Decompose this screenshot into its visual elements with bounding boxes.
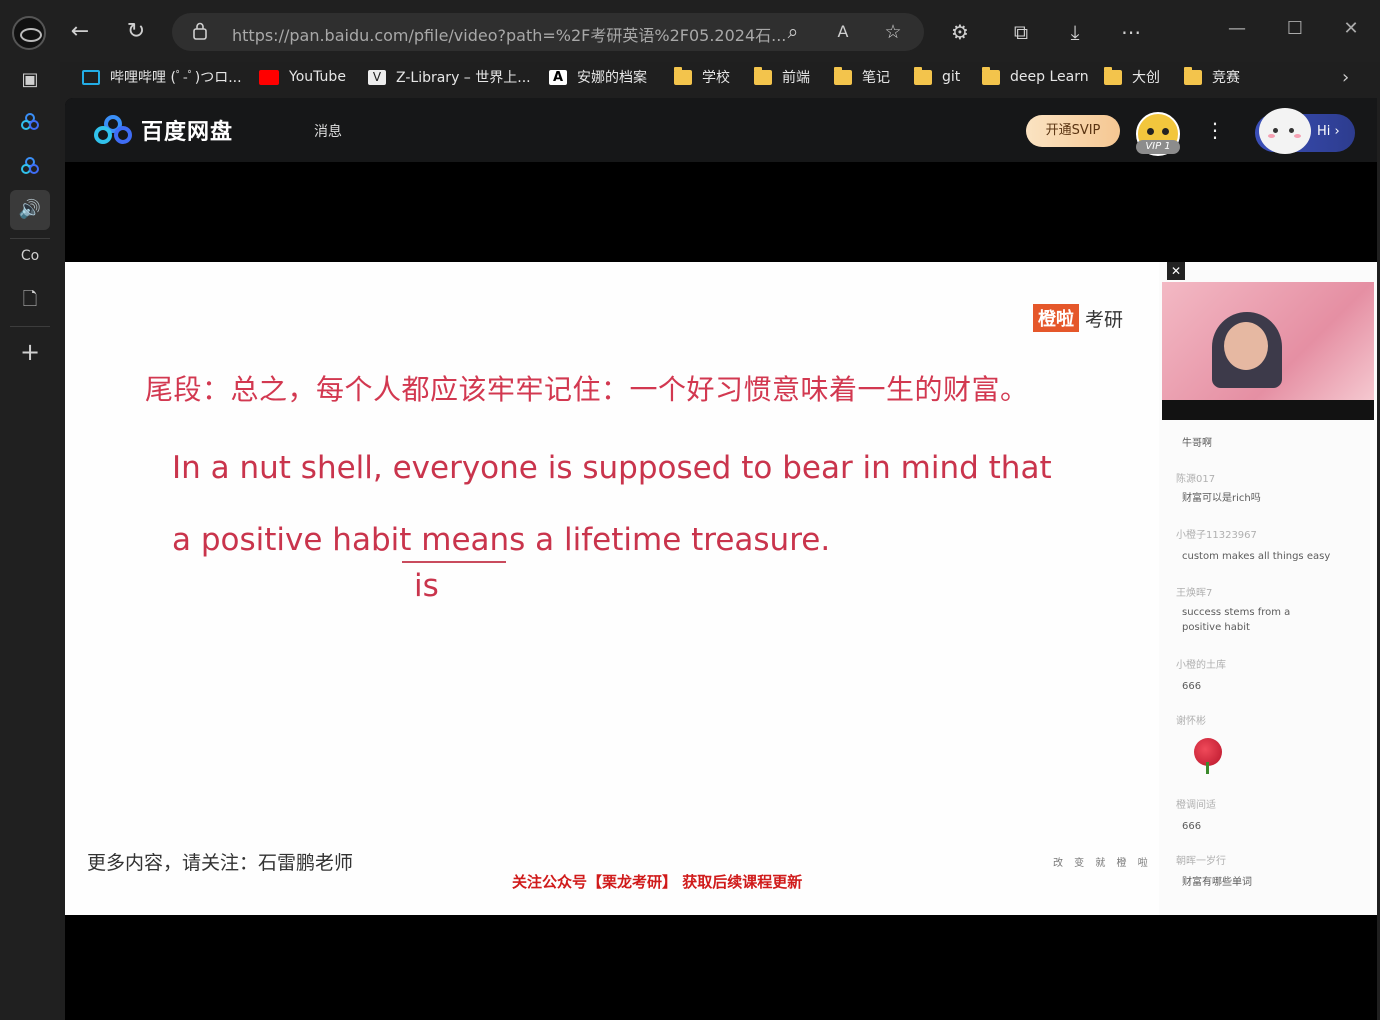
handwritten-annotation: is (414, 568, 439, 604)
folder-icon (754, 66, 772, 85)
read-aloud-icon[interactable]: A (832, 21, 854, 43)
video-player[interactable]: 橙啦 考研 尾段：总之，每个人都应该牢牢记住：一个好习惯意味着一生的财富。 In… (65, 262, 1377, 915)
teacher-face (1224, 322, 1268, 370)
open-svip-button[interactable]: 开通SVIP (1026, 115, 1120, 147)
vip-level-badge: VIP 1 (1136, 140, 1180, 154)
sidebar-divider (10, 238, 50, 239)
bookmarks-bar: 哔哩哔哩 (ﾟ-ﾟ)つロ... YouTube V Z-Library – 世界… (66, 62, 1380, 90)
more-menu-icon[interactable]: ⋯ (1118, 19, 1144, 45)
brand-text: 考研 (1085, 308, 1124, 331)
sidebar-item-co[interactable]: Co (14, 240, 46, 272)
baidu-pan-icon (21, 157, 39, 174)
bookmark-folder-notes[interactable]: 笔记 (834, 66, 890, 88)
speaker-tab-icon[interactable]: 🔊 (10, 190, 50, 230)
bilibili-icon (82, 69, 100, 85)
bookmark-folder-frontend[interactable]: 前端 (754, 66, 810, 88)
video-letterbox-bottom (65, 915, 1377, 1020)
folder-icon (914, 66, 932, 85)
slide-footer-slogan: 改 变 就 橙 啦 (1053, 858, 1152, 869)
favorite-star-icon[interactable]: ☆ (882, 21, 904, 43)
annas-archive-icon: A (549, 69, 567, 85)
bookmark-folder-school[interactable]: 学校 (674, 66, 730, 88)
folder-icon (674, 66, 692, 85)
folder-icon (982, 66, 1000, 85)
chat-message: 谢怀彬 (1176, 716, 1206, 727)
baidu-pan-logo-icon (94, 115, 132, 144)
bookmark-folder-dachuang[interactable]: 大创 (1104, 66, 1160, 88)
bookmark-folder-contest[interactable]: 竞赛 (1184, 66, 1240, 88)
chat-message: 陈源017 财富可以是rich吗 (1176, 474, 1261, 504)
logo-text: 百度网盘 (141, 120, 234, 145)
collections-icon[interactable]: ⧉ (1008, 19, 1034, 45)
folder-icon (1104, 66, 1122, 85)
document-tab-icon[interactable]: 🗋 (14, 284, 46, 316)
camera-control-bar (1162, 400, 1374, 420)
add-tab-plus-icon[interactable]: + (14, 336, 46, 368)
baidu-pan-header: 百度网盘 消息 开通SVIP VIP 1 ⋮ Hi › (65, 98, 1377, 162)
page-viewport: 百度网盘 消息 开通SVIP VIP 1 ⋮ Hi › 橙啦 考研 尾段：总之，… (65, 98, 1377, 1020)
bookmark-youtube[interactable]: YouTube (259, 66, 346, 88)
chat-message: 王焕晖7 success stems from a positive habit (1176, 588, 1291, 633)
baidu-pan-logo[interactable]: 百度网盘 (91, 114, 233, 146)
download-icon[interactable]: ⤓ (1062, 19, 1088, 45)
slide-footer-teacher: 更多内容，请关注：石雷鹏老师 (87, 852, 354, 874)
bookmarks-overflow-chevron-icon[interactable]: › (1342, 66, 1349, 88)
baidu-pan-tab-icon-2[interactable] (14, 150, 46, 182)
brand-box: 橙啦 (1033, 304, 1079, 332)
baidu-pan-tab-icon[interactable] (14, 106, 46, 138)
assistant-mascot-icon (1259, 108, 1311, 154)
profile-avatar[interactable] (12, 16, 46, 50)
flower-gift-icon (1194, 738, 1222, 774)
live-chat-panel: 牛哥啊 陈源017 财富可以是rich吗 小橙子11323967 custom … (1162, 422, 1374, 915)
more-options-icon[interactable]: ⋮ (1205, 118, 1225, 142)
minimize-icon[interactable]: — (1222, 16, 1252, 42)
bookmark-folder-git[interactable]: git (914, 66, 960, 88)
chat-message: 朝晖一岁行 财富有哪些单词 (1176, 856, 1252, 888)
chat-message: 牛哥啊 (1182, 438, 1212, 449)
bookmark-annas-archive[interactable]: A 安娜的档案 (549, 66, 647, 88)
brand-logo: 橙啦 考研 (1033, 304, 1123, 332)
lock-icon (193, 22, 207, 40)
folder-icon (834, 66, 852, 85)
bookmark-folder-deep-learn[interactable]: deep Learn (982, 66, 1089, 88)
sidebar-divider (10, 326, 50, 327)
chat-message: 小橙子11323967 custom makes all things easy (1176, 530, 1331, 562)
url-text[interactable]: https://pan.baidu.com/pfile/video?path=%… (232, 22, 792, 46)
baidu-pan-icon (21, 113, 39, 130)
tab-actions-icon[interactable]: ▣ (14, 64, 46, 96)
browser-toolbar: ← ↻ https://pan.baidu.com/pfile/video?pa… (0, 0, 1380, 62)
maximize-icon[interactable]: ☐ (1280, 16, 1310, 42)
hi-label: Hi › (1317, 124, 1340, 139)
bookmark-zlibrary[interactable]: V Z-Library – 世界上... (368, 66, 531, 88)
chinese-sentence: 尾段：总之，每个人都应该牢牢记住：一个好习惯意味着一生的财富。 (145, 373, 1029, 406)
bookmark-bilibili[interactable]: 哔哩哔哩 (ﾟ-ﾟ)つロ... (82, 66, 242, 88)
back-icon[interactable]: ← (66, 18, 94, 46)
messages-link[interactable]: 消息 (314, 121, 342, 141)
extensions-icon[interactable]: ⚙ (947, 19, 973, 45)
folder-icon (1184, 66, 1202, 85)
close-icon[interactable]: ✕ (1336, 16, 1366, 42)
lecture-slide: 橙啦 考研 尾段：总之，每个人都应该牢牢记住：一个好习惯意味着一生的财富。 In… (65, 262, 1159, 915)
handwritten-underline (402, 561, 506, 563)
chat-message: 橙调间适 666 (1176, 800, 1216, 832)
close-camera-icon[interactable]: ✕ (1167, 262, 1185, 280)
slide-footer-promo: 关注公众号【栗龙考研】 获取后续课程更新 (512, 873, 803, 891)
youtube-icon (259, 69, 279, 85)
refresh-icon[interactable]: ↻ (122, 18, 150, 46)
english-sentence-line-1: In a nut shell, everyone is supposed to … (172, 450, 1052, 486)
zoom-icon[interactable]: ⌕ (782, 21, 804, 43)
teacher-camera-view (1162, 282, 1374, 420)
hi-assistant-button[interactable]: Hi › (1255, 108, 1355, 154)
browser-sidebar: ▣ 🔊 Co 🗋 + (0, 62, 60, 1020)
zlibrary-icon: V (368, 69, 386, 85)
english-sentence-line-2: a positive habit means a lifetime treasu… (172, 522, 831, 558)
address-bar[interactable]: https://pan.baidu.com/pfile/video?path=%… (172, 13, 924, 51)
chat-message: 小橙的土库 666 (1176, 660, 1226, 692)
